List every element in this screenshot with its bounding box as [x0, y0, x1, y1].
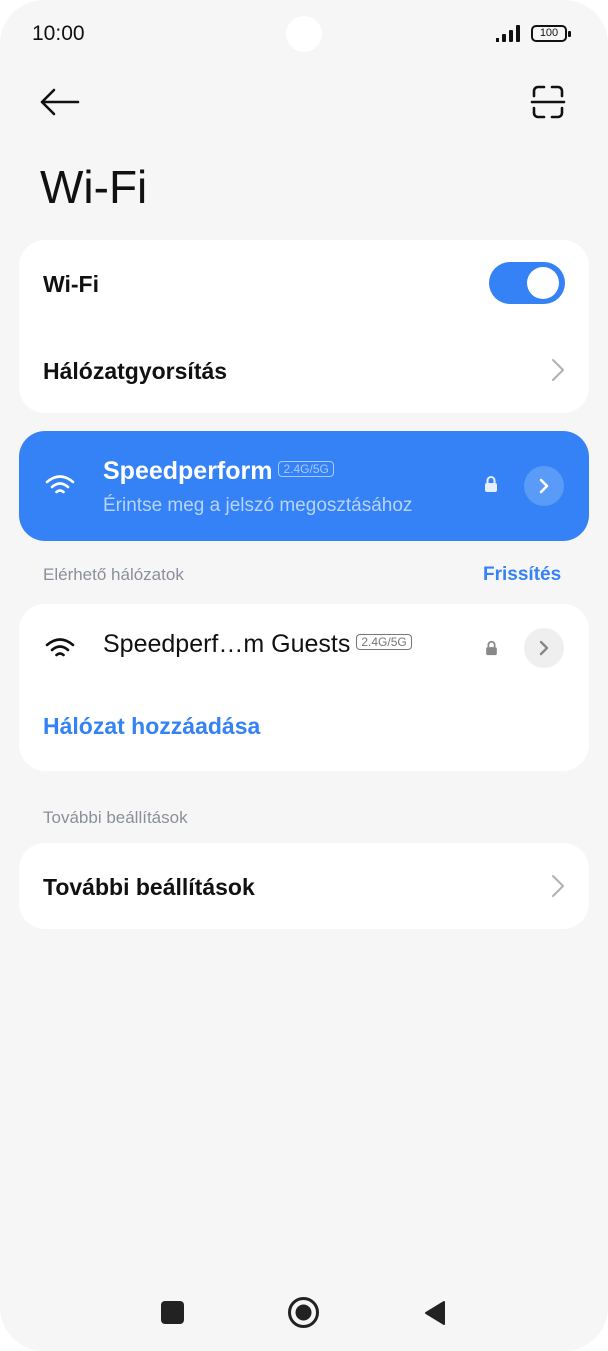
chevron-right-icon — [539, 478, 549, 494]
share-password-hint: Érintse meg a jelszó megosztásához — [103, 495, 413, 516]
chevron-right-icon — [552, 875, 564, 897]
chevron-right-icon — [552, 359, 564, 381]
more-settings-card: További beállítások — [19, 843, 589, 929]
network-acceleration-row[interactable]: Hálózatgyorsítás — [19, 327, 589, 413]
phone-screen: 10:00 100 Wi-Fi Wi-Fi Hálózatgyorsítás S… — [0, 0, 608, 1351]
wifi-toggle-row[interactable]: Wi-Fi — [19, 240, 589, 327]
status-time: 10:00 — [32, 22, 85, 45]
wifi-toggle[interactable] — [489, 262, 565, 304]
network-details-button[interactable] — [524, 628, 564, 668]
connected-network[interactable]: Speedperform 2.4G/5G Érintse meg a jelszó… — [19, 431, 589, 541]
lock-icon — [485, 476, 497, 492]
wifi-icon — [45, 638, 75, 657]
band-badge: 2.4G/5G — [356, 634, 412, 651]
connected-network-name: Speedperform 2.4G/5G — [103, 457, 334, 486]
network-name-text: Speedperf…m Guests — [103, 630, 351, 658]
available-networks-label: Elérhető hálózatok — [43, 565, 184, 584]
refresh-button[interactable]: Frissítés — [483, 564, 561, 586]
lock-icon — [486, 640, 497, 656]
wifi-label: Wi-Fi — [43, 271, 99, 297]
recent-apps-button[interactable] — [161, 1301, 184, 1324]
network-list-item[interactable]: Speedperf…m Guests 2.4G/5G — [19, 604, 589, 688]
page-title: Wi-Fi — [40, 161, 148, 213]
network-name-text: Speedperform — [103, 457, 273, 485]
network-details-button[interactable] — [524, 466, 564, 506]
more-settings-section-label: További beállítások — [43, 808, 188, 827]
chevron-right-icon — [539, 640, 549, 656]
battery-icon: 100 — [531, 25, 571, 42]
status-bar: 10:00 100 — [0, 0, 608, 70]
scan-icon[interactable] — [524, 78, 572, 126]
back-arrow-icon[interactable] — [36, 80, 84, 124]
toggle-knob — [527, 267, 559, 299]
network-acceleration-label: Hálózatgyorsítás — [43, 358, 228, 384]
more-settings-row[interactable]: További beállítások — [19, 843, 589, 929]
band-badge: 2.4G/5G — [278, 461, 334, 478]
wifi-icon — [45, 475, 75, 494]
add-network-button[interactable]: Hálózat hozzáadása — [43, 713, 260, 740]
front-camera — [286, 16, 322, 52]
network-name: Speedperf…m Guests 2.4G/5G — [103, 630, 412, 659]
available-networks-card: Speedperf…m Guests 2.4G/5G Hálózat hozzáa… — [19, 604, 589, 771]
nav-back-button[interactable] — [424, 1300, 446, 1326]
home-button[interactable] — [287, 1296, 320, 1329]
signal-icon — [496, 25, 520, 42]
more-settings-label: További beállítások — [43, 874, 255, 900]
wifi-settings-card: Wi-Fi Hálózatgyorsítás — [19, 240, 589, 413]
